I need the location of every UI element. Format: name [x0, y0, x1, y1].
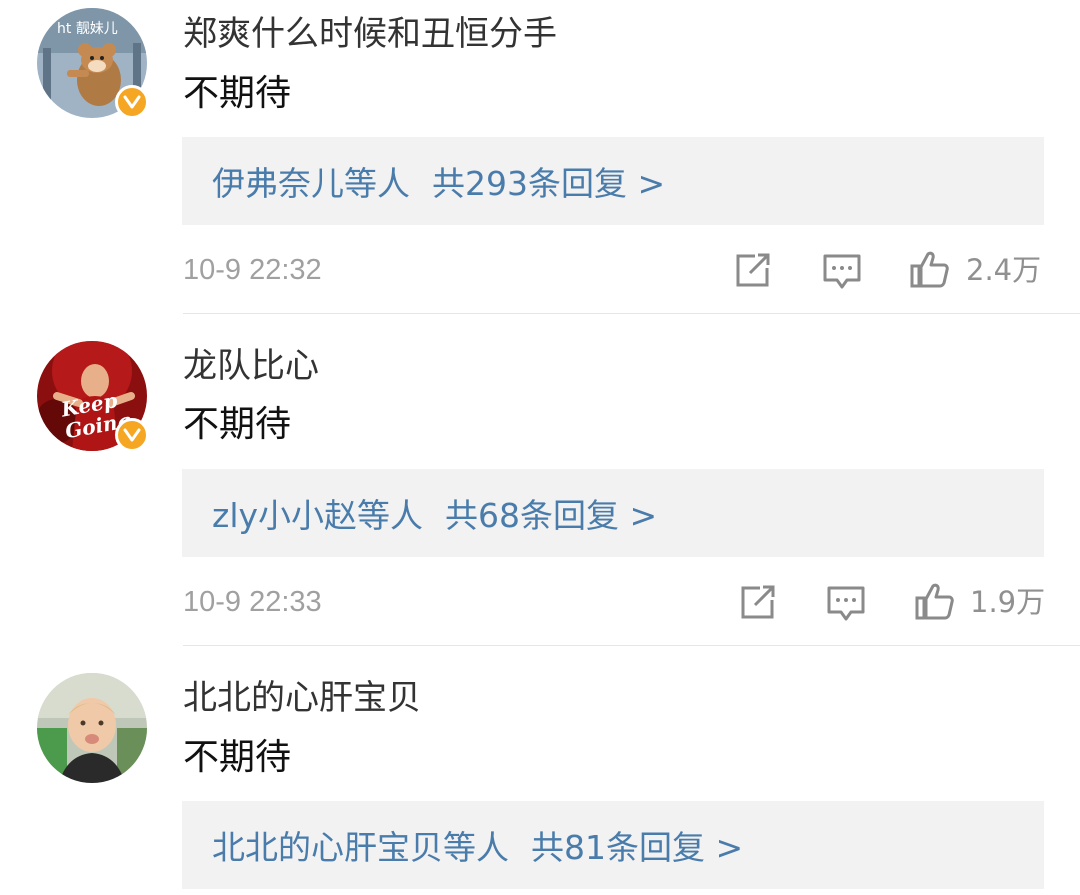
like-count: 1.9万	[970, 585, 1046, 619]
comment-icon[interactable]	[826, 584, 866, 624]
username[interactable]: 郑爽什么时候和丑恒分手	[183, 14, 557, 54]
reply-others-label: 等人	[357, 496, 424, 535]
like-count: 2.4万	[966, 253, 1042, 287]
reply-author-names[interactable]: 伊弗奈儿	[212, 157, 344, 205]
reply-author-names[interactable]: zly小小赵	[212, 489, 357, 537]
comment-item: 北北的心肝宝贝 不期待 北北的心肝宝贝 等人 共81条回复 >	[0, 646, 1080, 895]
thumbs-up-icon[interactable]	[910, 249, 950, 289]
avatar[interactable]: Keep Going	[37, 341, 149, 452]
username[interactable]: 龙队比心	[183, 346, 319, 386]
reply-count-link[interactable]: 共81条回复 >	[531, 821, 743, 869]
comment-timestamp: 10-9 22:32	[183, 254, 322, 286]
replies-preview[interactable]: zly小小赵 等人 共68条回复 >	[182, 469, 1044, 557]
reply-author-names[interactable]: 北北的心肝宝贝	[212, 821, 443, 869]
comment-item: Keep Going 龙队比心 不期待 zly小小赵 等人 共68条回复 > 1…	[0, 314, 1080, 646]
username[interactable]: 北北的心肝宝贝	[183, 678, 421, 718]
comment-timestamp: 10-9 22:33	[183, 586, 322, 618]
reply-others-label: 等人	[344, 164, 410, 203]
reply-count-link[interactable]: 共68条回复 >	[445, 489, 657, 537]
share-icon[interactable]	[733, 250, 773, 290]
share-icon[interactable]	[738, 582, 778, 622]
reply-count-link[interactable]: 共293条回复 >	[432, 157, 665, 205]
reply-others-label: 等人	[443, 828, 509, 867]
comment-icon[interactable]	[822, 252, 862, 292]
comment-text: 不期待	[183, 404, 292, 445]
verified-badge-icon	[115, 418, 149, 452]
replies-preview[interactable]: 北北的心肝宝贝 等人 共81条回复 >	[182, 801, 1044, 889]
thumbs-up-icon[interactable]	[915, 581, 955, 621]
verified-badge-icon	[115, 85, 149, 119]
avatar[interactable]: ht 靓妹儿	[37, 8, 149, 119]
comment-item: ht 靓妹儿 郑爽什么时候和丑恒分手 不期待 伊弗奈儿 等人 共293条回复 >…	[0, 0, 1080, 314]
comment-text: 不期待	[183, 73, 292, 114]
avatar[interactable]	[37, 673, 147, 783]
avatar-image	[37, 673, 147, 783]
comment-text: 不期待	[183, 737, 292, 778]
replies-preview[interactable]: 伊弗奈儿 等人 共293条回复 >	[182, 137, 1044, 225]
avatar-watermark-text: ht 靓妹儿	[57, 21, 118, 37]
